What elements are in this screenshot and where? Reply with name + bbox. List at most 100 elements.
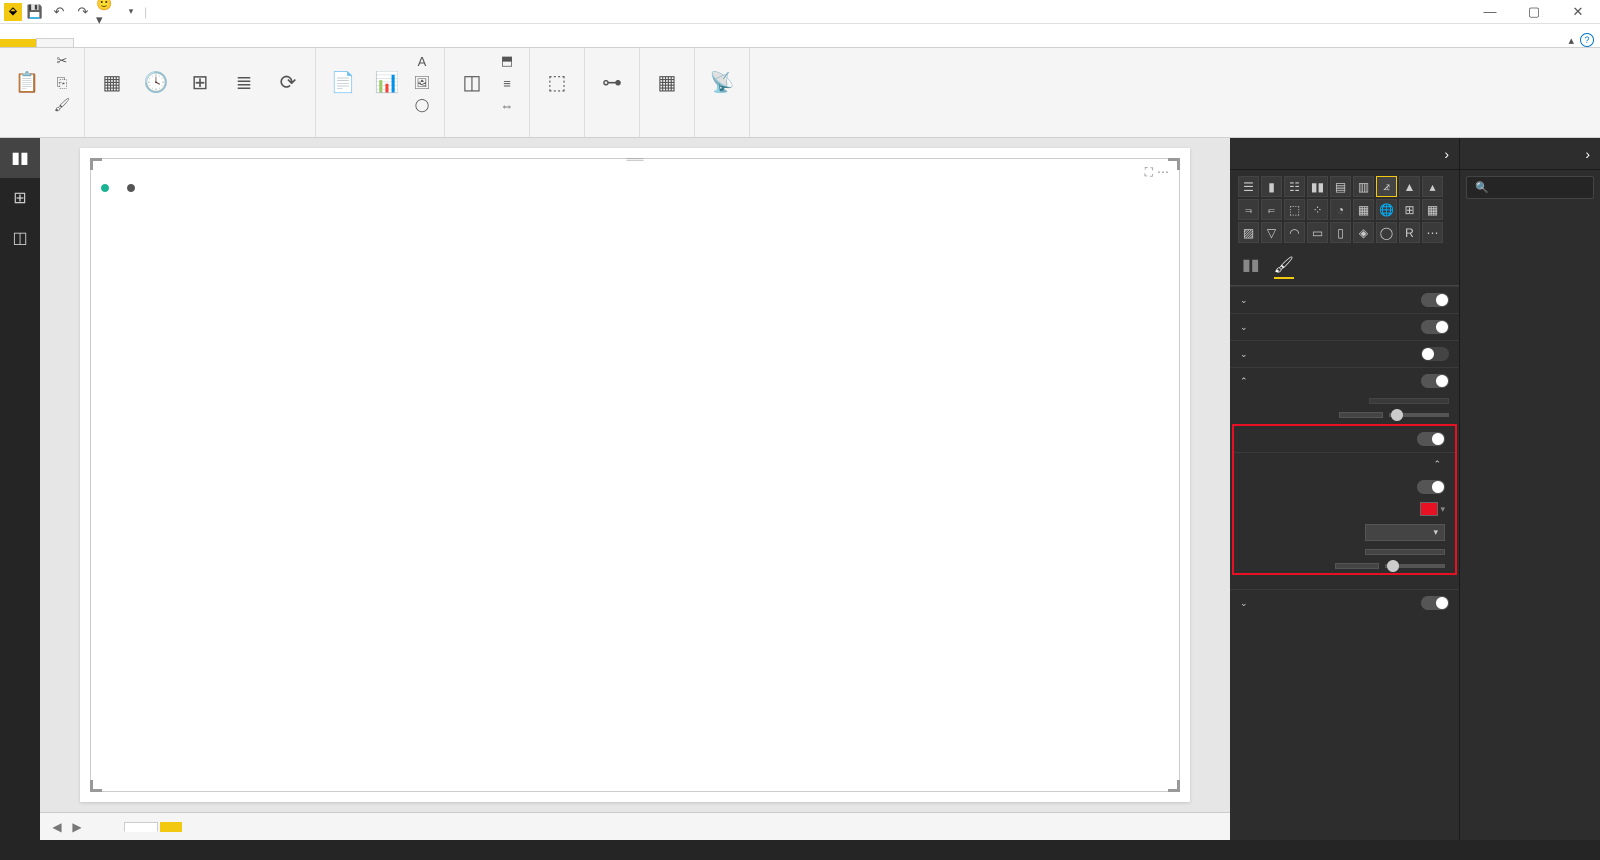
viz-scatter-icon[interactable]: ⁘ — [1307, 199, 1328, 220]
viz-gauge-icon[interactable]: ◠ — [1284, 222, 1305, 243]
viz-funnel-icon[interactable]: ▽ — [1261, 222, 1282, 243]
format-showall-row[interactable] — [1234, 426, 1455, 452]
save-button[interactable]: 💾 — [24, 1, 46, 23]
manage-relationships-button[interactable]: ⊶ — [591, 50, 633, 118]
tab-file[interactable] — [0, 39, 36, 47]
page-next-button[interactable]: ▶ — [68, 818, 86, 836]
format-totalsales-section[interactable]: ⌃ — [1234, 452, 1455, 476]
distribute-button[interactable]: ⇔ — [495, 94, 523, 116]
data-view-button[interactable]: ⊞ — [0, 178, 40, 218]
viz-r-icon[interactable]: R — [1399, 222, 1420, 243]
fields-search-input[interactable]: 🔍 — [1466, 176, 1594, 199]
edit-queries-button[interactable]: ≣ — [223, 50, 265, 118]
more-options-icon[interactable]: ⋯ — [1157, 165, 1169, 180]
help-icon[interactable]: ? — [1580, 33, 1594, 47]
add-page-button[interactable] — [160, 822, 182, 832]
viz-pie-icon[interactable]: ◔ — [1330, 199, 1351, 220]
drag-handle-icon[interactable]: ═══ — [620, 156, 650, 162]
viz-stacked-col-icon[interactable]: ▮ — [1261, 176, 1282, 197]
viz-100-col-icon[interactable]: ▥ — [1353, 176, 1374, 197]
visual-container[interactable]: ═══ ⛶ ⋯ — [90, 158, 1180, 792]
page-tab-2[interactable] — [124, 822, 158, 832]
panel-header-fields[interactable]: › — [1460, 138, 1600, 170]
paste-button[interactable]: 📋 — [6, 50, 48, 118]
report-view-button[interactable]: ▮▮ — [0, 138, 40, 178]
color-swatch[interactable] — [1420, 502, 1438, 516]
textsize-input[interactable] — [1335, 563, 1379, 569]
toggle-switch[interactable] — [1421, 347, 1449, 361]
page-view-button[interactable]: ⬚ — [536, 50, 578, 118]
viz-100-bar-icon[interactable]: ▤ — [1330, 176, 1351, 197]
collapse-icon[interactable]: › — [1444, 146, 1449, 162]
viz-import-icon[interactable]: ⋯ — [1422, 222, 1443, 243]
publish-button[interactable]: 📡 — [701, 50, 743, 118]
format-xaxis-row[interactable]: ⌄ — [1230, 286, 1459, 313]
refresh-button[interactable]: ⟳ — [267, 50, 309, 118]
new-visual-button[interactable]: 📊 — [366, 50, 408, 118]
displayunits-select[interactable]: ▾ — [1365, 524, 1445, 541]
collapse-icon[interactable]: › — [1585, 146, 1590, 162]
viz-matrix-icon[interactable]: ▦ — [1422, 199, 1443, 220]
textsize-slider[interactable] — [1385, 564, 1445, 568]
format-refline-row[interactable]: ⌄ — [1230, 340, 1459, 367]
smiley-icon[interactable]: 🙂▾ — [96, 1, 118, 23]
viz-treemap-icon[interactable]: ▦ — [1353, 199, 1374, 220]
viz-line-col-icon[interactable]: ⫬ — [1238, 199, 1259, 220]
viz-filled-map-icon[interactable]: ▨ — [1238, 222, 1259, 243]
toggle-switch[interactable] — [1417, 432, 1445, 446]
new-measure-button[interactable]: ▦ — [646, 50, 688, 118]
toggle-switch[interactable] — [1417, 480, 1445, 494]
maximize-button[interactable]: ▢ — [1512, 0, 1556, 24]
viz-line-icon[interactable]: ⦨ — [1376, 176, 1397, 197]
cut-button[interactable]: ✂ — [50, 50, 78, 72]
viz-area-icon[interactable]: ▲ — [1399, 176, 1420, 197]
format-title-row[interactable]: ⌄ — [1230, 589, 1459, 616]
viz-donut-icon[interactable]: ◯ — [1376, 222, 1397, 243]
format-datalabels-row[interactable]: ⌃ — [1230, 367, 1459, 394]
focus-mode-icon[interactable]: ⛶ — [1145, 165, 1153, 180]
undo-button[interactable]: ↶ — [48, 1, 70, 23]
viz-waterfall-icon[interactable]: ⬚ — [1284, 199, 1305, 220]
new-page-button[interactable]: 📄 — [322, 50, 364, 118]
format-tab-icon[interactable]: 🖌 — [1274, 255, 1294, 279]
relationship-view-button[interactable]: ◫ — [0, 218, 40, 258]
fields-tab-icon[interactable]: ▮▮ — [1242, 255, 1260, 279]
decimal-select[interactable] — [1369, 398, 1449, 404]
revert-default-link[interactable] — [1230, 577, 1459, 589]
enter-data-button[interactable]: ⊞ — [179, 50, 221, 118]
viz-table-icon[interactable]: ⊞ — [1399, 199, 1420, 220]
format-yaxis-row[interactable]: ⌄ — [1230, 313, 1459, 340]
toggle-switch[interactable] — [1421, 596, 1449, 610]
viz-kpi-icon[interactable]: ◈ — [1353, 222, 1374, 243]
qat-dropdown[interactable]: ▾ — [120, 1, 142, 23]
viz-map-icon[interactable]: 🌐 — [1376, 199, 1397, 220]
viz-multi-card-icon[interactable]: ▯ — [1330, 222, 1351, 243]
viz-clustered-col-icon[interactable]: ▮▮ — [1307, 176, 1328, 197]
viz-stacked-bar-icon[interactable]: ☰ — [1238, 176, 1259, 197]
copy-button[interactable]: ⎘ — [50, 72, 78, 94]
minimize-button[interactable]: — — [1468, 0, 1512, 24]
page-tab-1[interactable] — [88, 822, 122, 832]
image-button[interactable]: 🖼 — [410, 72, 438, 94]
text-box-button[interactable]: A — [410, 50, 438, 72]
report-canvas[interactable]: ═══ ⛶ ⋯ — [80, 148, 1190, 802]
toggle-switch[interactable] — [1421, 293, 1449, 307]
arrange-button[interactable]: ⬒ — [495, 50, 523, 72]
textsize-slider[interactable] — [1389, 413, 1449, 417]
textsize-input[interactable] — [1339, 412, 1383, 418]
viz-clustered-bar-icon[interactable]: ☷ — [1284, 176, 1305, 197]
decimal-select[interactable] — [1365, 549, 1445, 555]
recent-sources-button[interactable]: 🕓 — [135, 50, 177, 118]
format-painter-button[interactable]: 🖌 — [50, 94, 78, 116]
viz-stacked-area-icon[interactable]: ▴ — [1422, 176, 1443, 197]
get-data-button[interactable]: ▦ — [91, 50, 133, 118]
close-button[interactable]: ✕ — [1556, 0, 1600, 24]
toggle-switch[interactable] — [1421, 320, 1449, 334]
tab-home[interactable] — [36, 38, 74, 47]
viz-line-col2-icon[interactable]: ⫭ — [1261, 199, 1282, 220]
edit-interactions-button[interactable]: ◫ — [451, 50, 493, 118]
alignment-button[interactable]: ≡ — [495, 72, 523, 94]
page-prev-button[interactable]: ◀ — [48, 818, 66, 836]
shapes-button[interactable]: ◯ — [410, 94, 438, 116]
toggle-switch[interactable] — [1421, 374, 1449, 388]
